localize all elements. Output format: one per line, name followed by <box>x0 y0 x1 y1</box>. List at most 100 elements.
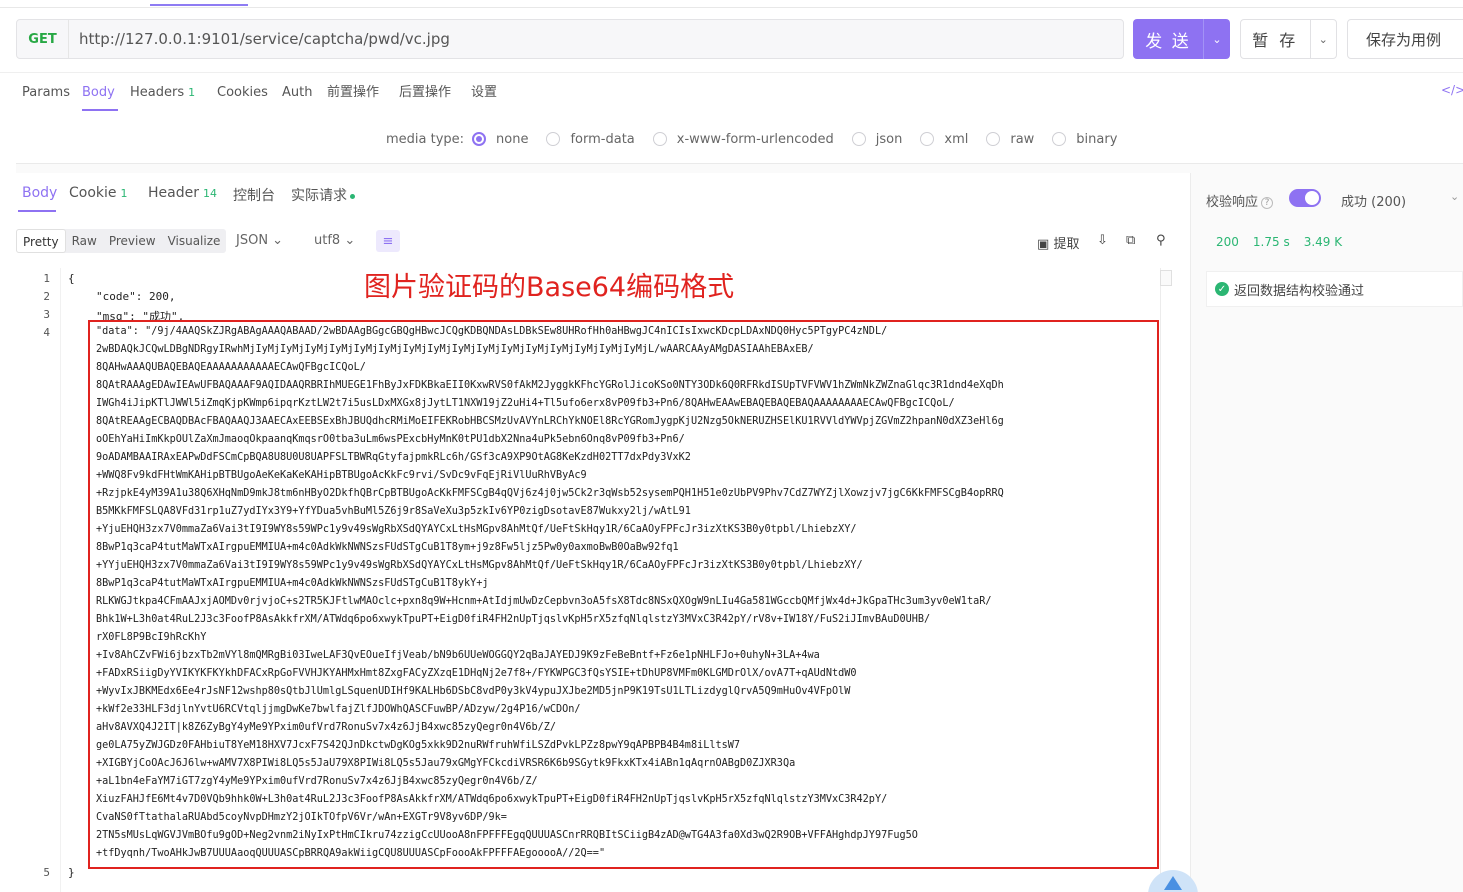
line-number: 1 <box>43 272 50 285</box>
media-type-label: media type: <box>386 131 465 147</box>
tab-label: 实际请求 <box>291 188 347 204</box>
extract-icon: ▣ <box>1037 237 1050 252</box>
tab-label: Headers <box>130 85 185 100</box>
extract-label: 提取 <box>1053 237 1080 252</box>
radio-binary[interactable] <box>1052 132 1067 146</box>
request-tabs: Params Body Headers 1 Cookies Auth 前置操作 后… <box>0 72 1463 112</box>
validate-toggle[interactable] <box>1289 189 1321 207</box>
tab-label: 前置操作 <box>327 85 380 100</box>
active-tab-underline <box>18 210 56 212</box>
tab-headers[interactable]: Headers 1 <box>130 73 195 113</box>
tab-label: Body <box>22 185 58 201</box>
tab-label: Body <box>82 85 115 100</box>
validation-result-text: 返回数据结构校验通过 <box>1234 283 1365 299</box>
save-as-case-button[interactable]: 保存为用例 <box>1347 19 1463 59</box>
view-pretty[interactable]: Pretty <box>16 229 66 253</box>
radio-label: x-www-form-urlencoded <box>676 131 834 147</box>
chevron-down-icon[interactable]: ⌄ <box>1203 19 1230 59</box>
resp-tab-console[interactable]: 控制台 <box>233 185 275 205</box>
tab-label: 设置 <box>471 85 498 100</box>
validation-result: ✓ 返回数据结构校验通过 <box>1206 271 1463 307</box>
radio-label: raw <box>1010 131 1035 147</box>
view-mode-switch: Pretty Raw Preview Visualize <box>16 229 227 253</box>
tab-label: Params <box>22 85 70 100</box>
annotation-text: 图片验证码的Base64编码格式 <box>364 272 735 303</box>
count-badge: 1 <box>120 187 128 200</box>
radio-label: form-data <box>570 131 635 147</box>
radio-raw[interactable] <box>986 132 1001 146</box>
radio-label: json <box>875 131 903 147</box>
url-input[interactable] <box>69 20 1123 58</box>
radio-urlencoded[interactable] <box>652 132 667 146</box>
json-open-brace: { <box>68 272 75 285</box>
radio-label: none <box>496 131 529 147</box>
json-data-line: "data": "/9j/4AAQSkZJRgABAgAAAQABAAD/2wB… <box>96 326 888 337</box>
tab-settings[interactable]: 设置 <box>471 73 497 113</box>
response-stats: 200 1.75 s 3.49 K <box>1216 235 1342 249</box>
response-size: 3.49 K <box>1303 235 1343 249</box>
line-number: 3 <box>43 308 50 321</box>
tab-label: 后置操作 <box>399 85 452 100</box>
search-icon[interactable]: ⚲ <box>1156 233 1166 248</box>
tab-label: 控制台 <box>233 188 275 204</box>
wrap-lines-icon[interactable]: ≡ <box>376 230 400 252</box>
active-tab-underline <box>82 109 118 111</box>
radio-none[interactable] <box>472 132 487 146</box>
code-icon[interactable]: </> <box>1441 83 1463 97</box>
method-selector[interactable]: GET <box>17 20 69 58</box>
tab-params[interactable]: Params <box>22 73 70 113</box>
tab-post-operations[interactable]: 后置操作 <box>399 73 451 113</box>
resp-tab-actual-request[interactable]: 实际请求 <box>291 185 355 205</box>
radio-label: binary <box>1076 131 1118 147</box>
panel-divider[interactable] <box>16 163 1463 173</box>
view-preview[interactable]: Preview <box>103 229 162 253</box>
view-raw[interactable]: Raw <box>66 229 103 253</box>
resp-tab-body[interactable]: Body <box>22 185 57 205</box>
save-button-label: 暂 存 <box>1252 31 1299 50</box>
tab-label: Cookie <box>69 185 117 201</box>
resp-tab-cookie[interactable]: Cookie 1 <box>69 185 128 205</box>
count-badge: 14 <box>202 187 217 200</box>
tab-label: Header <box>148 185 199 201</box>
json-code-line: "code": 200, <box>96 290 176 303</box>
json-close-brace: } <box>68 866 75 879</box>
url-bar: GET <box>16 19 1124 59</box>
format-select[interactable]: JSON ⌄ <box>236 233 283 248</box>
check-circle-icon: ✓ <box>1215 282 1229 296</box>
scrollbar-thumb[interactable] <box>1160 270 1172 286</box>
tab-label: Cookies <box>217 85 268 100</box>
radio-json[interactable] <box>851 132 866 146</box>
send-button[interactable]: 发 送 ⌄ <box>1133 19 1230 59</box>
download-icon[interactable]: ⇩ <box>1097 233 1108 248</box>
tab-auth[interactable]: Auth <box>282 73 312 113</box>
radio-form-data[interactable] <box>546 132 561 146</box>
status-dot <box>350 193 355 199</box>
tab-label: Auth <box>282 85 313 100</box>
chevron-down-icon[interactable]: ⌄ <box>1309 20 1336 58</box>
json-msg-line: "msg": "成功", <box>96 310 185 323</box>
copy-icon[interactable]: ⧉ <box>1126 233 1135 248</box>
extract-button[interactable]: ▣ 提取 <box>1037 233 1079 252</box>
tab-cookies[interactable]: Cookies <box>217 73 268 113</box>
save-button[interactable]: 暂 存 ⌄ <box>1240 19 1337 59</box>
active-tab-indicator <box>150 4 248 6</box>
line-number: 2 <box>43 290 50 303</box>
help-icon[interactable]: ? <box>1261 196 1274 209</box>
validation-target-select[interactable]: 成功 (200) <box>1341 191 1406 210</box>
tab-pre-operations[interactable]: 前置操作 <box>327 73 379 113</box>
status-code: 200 <box>1216 235 1239 249</box>
response-time: 1.75 s <box>1252 235 1290 249</box>
resp-tab-header[interactable]: Header 14 <box>148 185 217 205</box>
tab-body[interactable]: Body <box>82 73 115 113</box>
base64-data-block: 2wBDAQkJCQwLDBgNDRgyIRwhMjIyMjIyMjIyMjIy… <box>96 344 1004 859</box>
encoding-select[interactable]: utf8 ⌄ <box>314 233 355 248</box>
validate-label-text: 校验响应 <box>1206 195 1259 210</box>
line-number: 4 <box>43 326 50 339</box>
gutter-divider <box>60 268 61 892</box>
chevron-down-icon[interactable]: ⌄ <box>1450 190 1459 203</box>
radio-xml[interactable] <box>920 132 935 146</box>
vertical-scrollbar[interactable] <box>1160 268 1172 890</box>
radio-label: xml <box>944 131 969 147</box>
view-visualize[interactable]: Visualize <box>162 229 227 253</box>
send-button-label: 发 送 <box>1145 31 1191 52</box>
